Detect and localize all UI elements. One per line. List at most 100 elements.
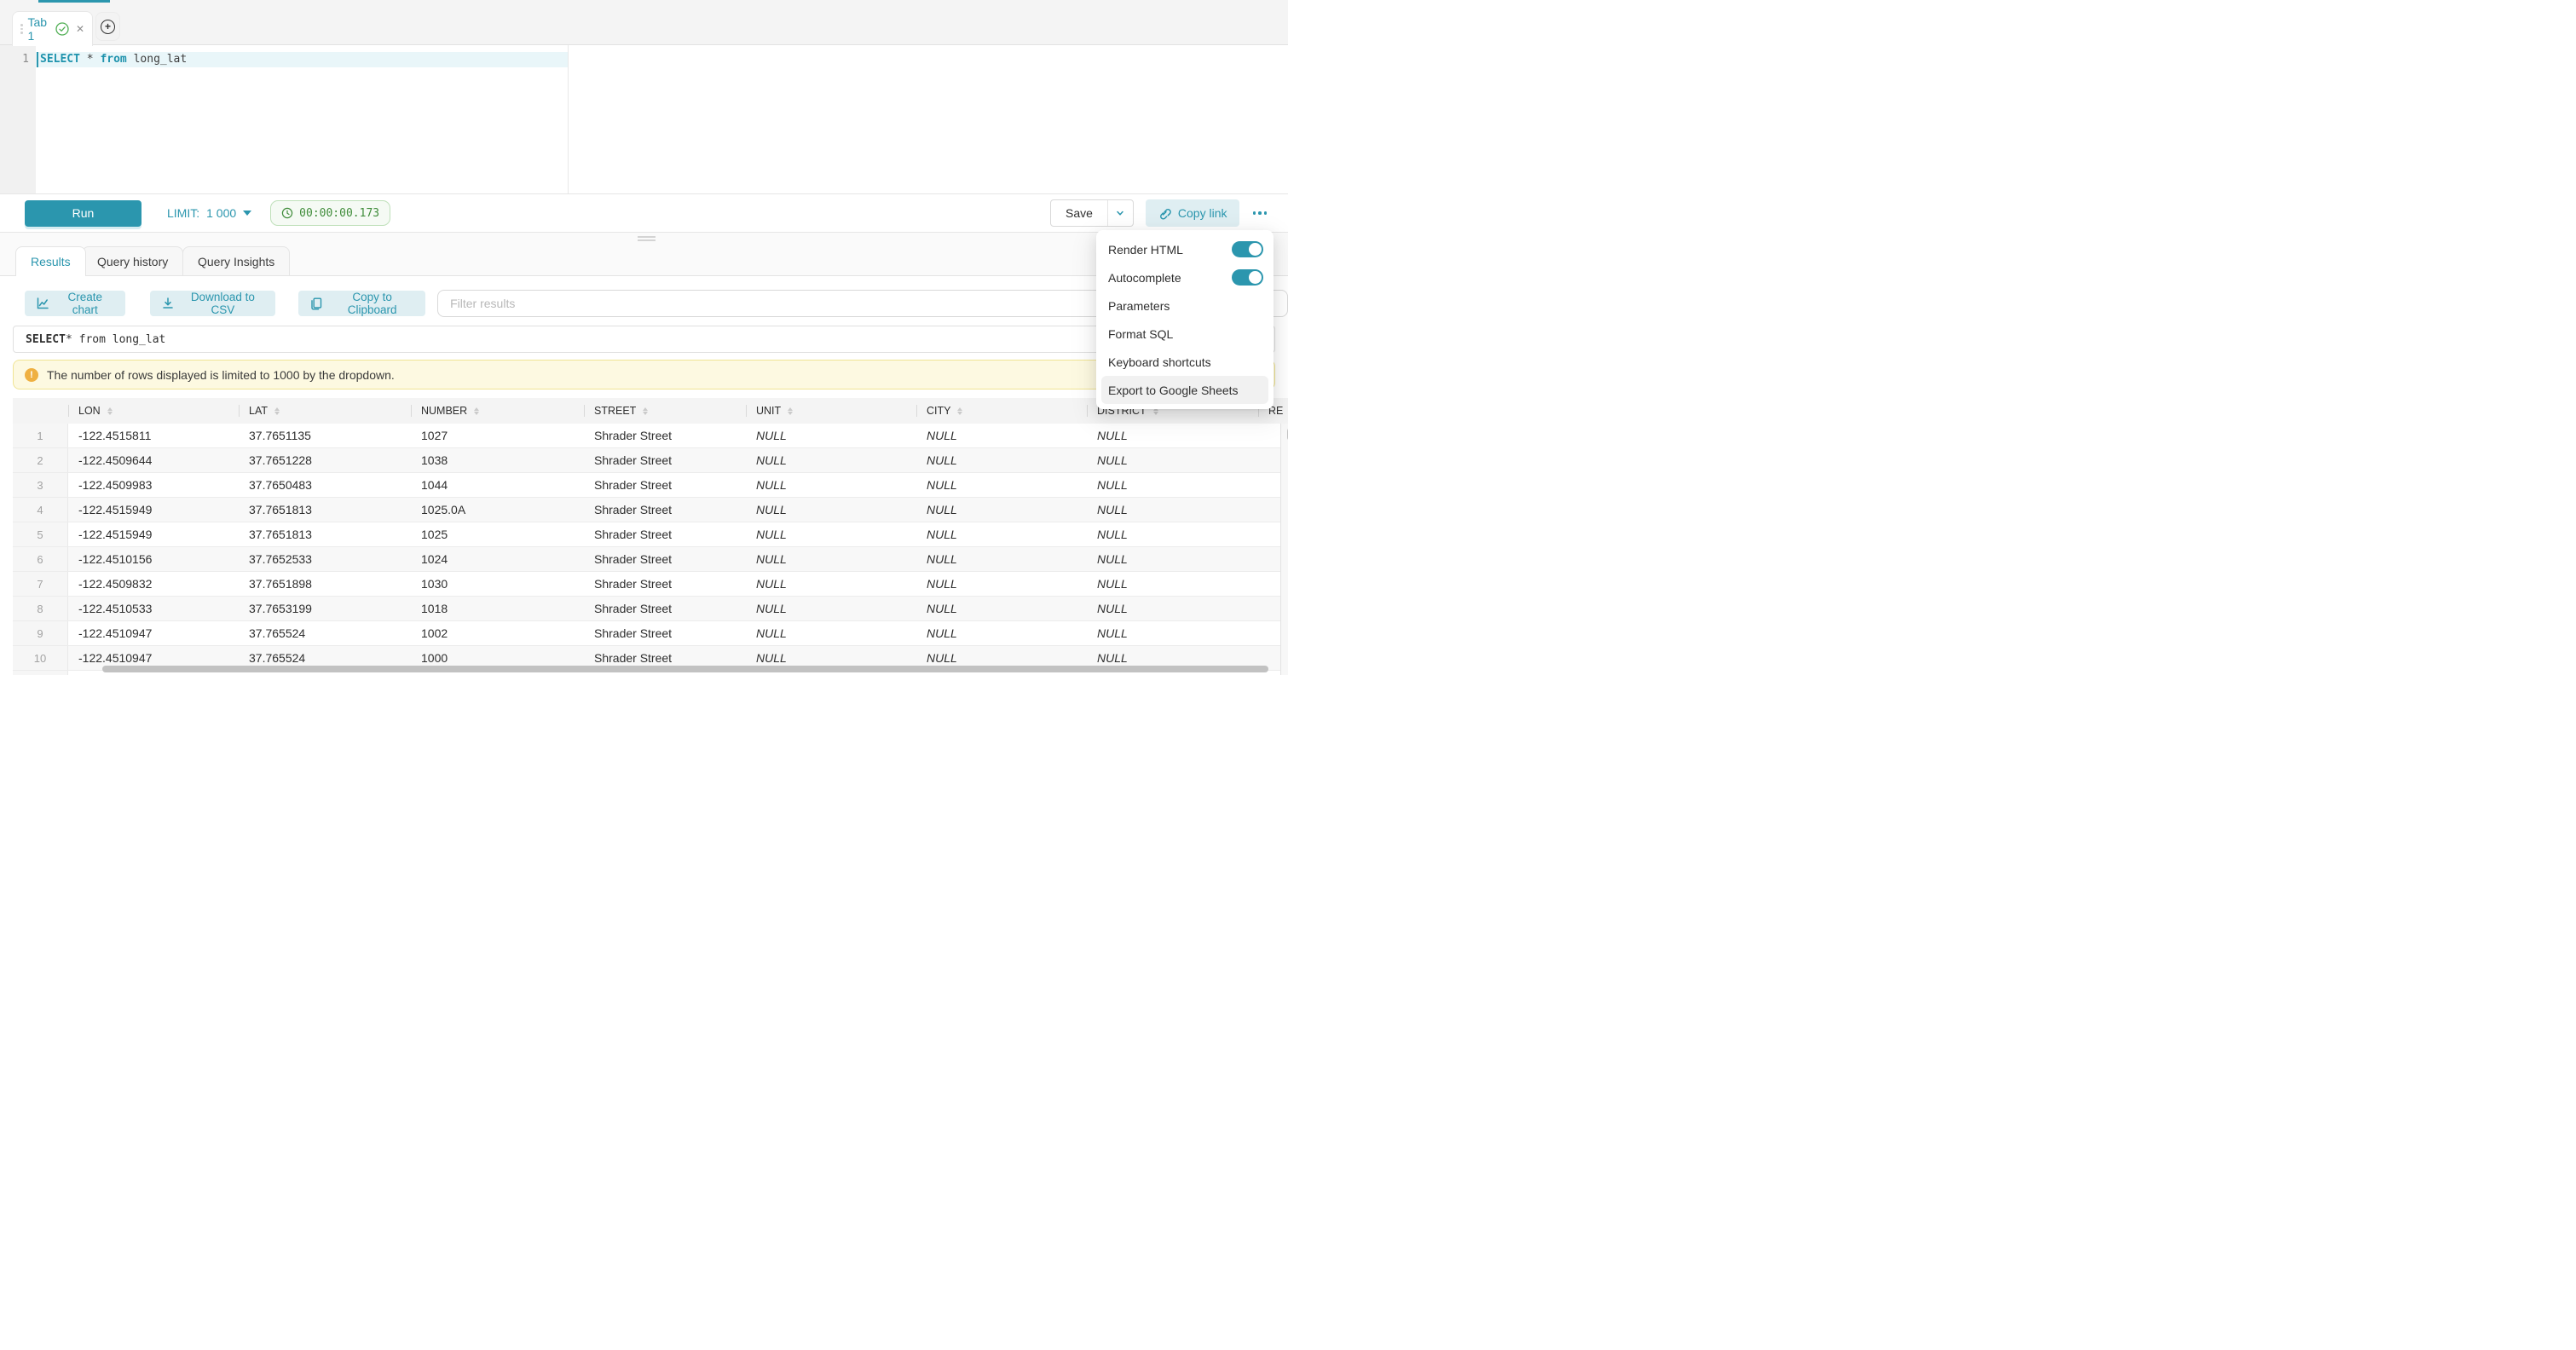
table-cell: -122.4509644 [68, 448, 239, 472]
top-accent-bar [38, 0, 110, 3]
table-cell: 1018 [411, 597, 584, 620]
tab-query-history[interactable]: Query history [82, 246, 183, 275]
menu-item-export-to-google-sheets[interactable]: Export to Google Sheets [1101, 376, 1268, 404]
sql-star: * [80, 53, 100, 66]
close-tab-icon[interactable]: ✕ [76, 24, 84, 34]
create-chart-button[interactable]: Create chart [25, 291, 125, 316]
menu-item-autocomplete[interactable]: Autocomplete [1096, 263, 1274, 291]
table-row: 7-122.450983237.76518981030Shrader Stree… [13, 572, 1288, 597]
table-cell: NULL [916, 473, 1087, 497]
toggle-switch-on[interactable] [1232, 269, 1263, 286]
sql-keyword-select: SELECT [40, 53, 80, 66]
table-cell: Shrader Street [584, 572, 746, 596]
menu-item-label: Autocomplete [1108, 271, 1181, 285]
tab-results[interactable]: Results [15, 246, 86, 276]
table-row: 3-122.450998337.76504831044Shrader Stree… [13, 473, 1288, 498]
table-cell: NULL [916, 448, 1087, 472]
limit-dropdown[interactable]: LIMIT: 1 000 [167, 206, 251, 220]
table-row: 9-122.451094737.7655241002Shrader Street… [13, 621, 1288, 646]
table-cell: 1025 [411, 522, 584, 546]
save-dropdown-button[interactable] [1107, 200, 1133, 226]
table-cell: NULL [746, 473, 916, 497]
vertical-scrollbar[interactable] [1280, 424, 1288, 675]
column-header-city[interactable]: CITY [916, 398, 1087, 424]
copy-link-label: Copy link [1178, 206, 1227, 220]
sort-icon [643, 407, 648, 415]
save-button[interactable]: Save [1051, 200, 1107, 226]
executed-query-preview: SELECT * from long_lat [13, 326, 1275, 353]
vertical-scrollbar-thumb[interactable] [1287, 427, 1288, 441]
table-cell: -122.4515949 [68, 522, 239, 546]
table-cell: NULL [916, 498, 1087, 522]
query-preview-rest: * from long_lat [66, 333, 165, 346]
table-cell: 37.7653199 [239, 597, 411, 620]
copy-link-button[interactable]: Copy link [1146, 199, 1239, 227]
table-cell: -122.4510533 [68, 597, 239, 620]
download-to-csv-button[interactable]: Download to CSV [150, 291, 276, 316]
horizontal-scrollbar[interactable] [102, 666, 1268, 672]
sql-editor[interactable]: 1 SELECT * from long_lat [0, 45, 1288, 193]
table-row: 4-122.451594937.76518131025.0AShrader St… [13, 498, 1288, 522]
menu-item-format-sql[interactable]: Format SQL [1096, 320, 1274, 348]
table-cell: Shrader Street [584, 597, 746, 620]
row-limit-warning-banner: ! The number of rows displayed is limite… [13, 360, 1275, 389]
chevron-down-icon [1115, 208, 1125, 218]
menu-item-parameters[interactable]: Parameters [1096, 291, 1274, 320]
table-cell: Shrader Street [584, 621, 746, 645]
check-circle-icon [55, 22, 69, 36]
menu-item-keyboard-shortcuts[interactable]: Keyboard shortcuts [1096, 348, 1274, 376]
warning-icon: ! [25, 368, 38, 382]
table-cell: 37.7651898 [239, 572, 411, 596]
table-cell: -122.4515811 [68, 424, 239, 447]
table-cell: NULL [916, 572, 1087, 596]
sql-keyword-from: from [100, 53, 126, 66]
editor-tab-1[interactable]: Tab 1 ✕ [12, 11, 93, 46]
copy-to-clipboard-button[interactable]: Copy to Clipboard [298, 291, 425, 316]
table-cell: 1002 [411, 621, 584, 645]
table-cell: 37.7652533 [239, 547, 411, 571]
ellipsis-icon [1253, 211, 1256, 215]
column-header-lon[interactable]: LON [68, 398, 239, 424]
menu-item-render-html[interactable]: Render HTML [1096, 235, 1274, 263]
table-cell: NULL [746, 498, 916, 522]
table-cell: 37.7651813 [239, 498, 411, 522]
row-number-cell: 6 [13, 547, 68, 571]
plus-circle-icon: + [101, 20, 115, 34]
column-header-number[interactable]: NUMBER [411, 398, 584, 424]
column-header-unit[interactable]: UNIT [746, 398, 916, 424]
query-timer-badge: 00:00:00.173 [270, 200, 390, 226]
pane-resize-handle[interactable] [638, 236, 656, 241]
results-actions-row: Create chart Download to CSV Copy to Clipb… [0, 286, 1288, 320]
table-row: 5-122.451594937.76518131025Shrader Stree… [13, 522, 1288, 547]
table-cell: 37.765524 [239, 621, 411, 645]
column-header-lat[interactable]: LAT [239, 398, 411, 424]
row-number-cell: 2 [13, 448, 68, 472]
row-number-cell: 10 [13, 646, 68, 670]
row-number-cell: 11 [13, 671, 68, 675]
editor-toolbar: Run LIMIT: 1 000 00:00:00.173 Save [0, 193, 1288, 233]
table-cell: NULL [916, 424, 1087, 447]
table-cell: NULL [746, 621, 916, 645]
table-cell: -122.4510947 [68, 621, 239, 645]
table-row: 6-122.451015637.76525331024Shrader Stree… [13, 547, 1288, 572]
timer-value: 00:00:00.173 [299, 207, 379, 220]
more-options-button[interactable] [1251, 206, 1269, 220]
table-cell: NULL [916, 621, 1087, 645]
table-cell: NULL [1087, 621, 1258, 645]
run-button[interactable]: Run [25, 200, 142, 227]
table-cell: NULL [916, 597, 1087, 620]
table-cell: 1038 [411, 448, 584, 472]
column-header-street[interactable]: STREET [584, 398, 746, 424]
clock-icon [281, 207, 293, 219]
menu-item-label: Format SQL [1108, 327, 1173, 341]
table-cell: -122.4510156 [68, 547, 239, 571]
toggle-switch-on[interactable] [1232, 241, 1263, 257]
table-cell: 1027 [411, 424, 584, 447]
save-split-button: Save [1050, 199, 1134, 227]
tab-drag-handle-icon[interactable] [20, 24, 23, 34]
add-tab-button[interactable]: + [95, 12, 120, 41]
link-icon [1158, 206, 1171, 220]
table-cell: 1030 [411, 572, 584, 596]
table-cell: Shrader Street [584, 498, 746, 522]
tab-query-insights[interactable]: Query Insights [182, 246, 290, 275]
